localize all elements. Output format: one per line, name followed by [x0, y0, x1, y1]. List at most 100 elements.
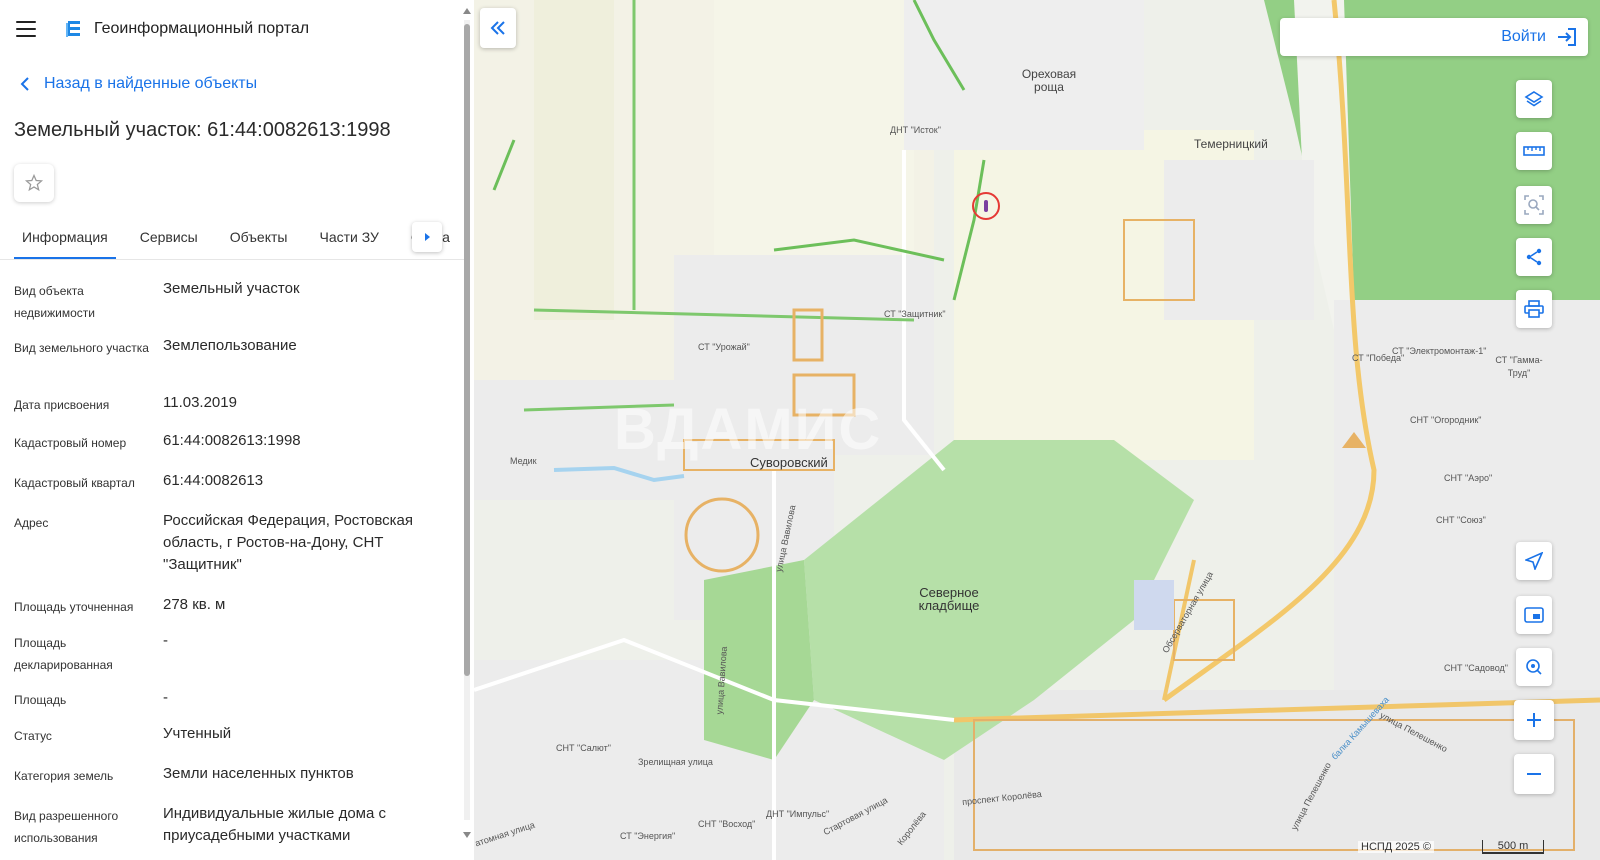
- map-label: СНТ "Салют": [556, 743, 611, 753]
- login-label: Войти: [1501, 28, 1546, 45]
- info-key: Вид земельного участка: [14, 341, 149, 355]
- locate-me-button[interactable]: [1516, 542, 1552, 580]
- map-label: Северное кладбище: [918, 585, 980, 613]
- info-row: Дата присвоения 11.03.2019: [14, 392, 460, 420]
- info-key: Площадь уточненная: [14, 600, 134, 614]
- info-value: -: [163, 689, 168, 706]
- map-label: СНТ "Огородник": [1410, 415, 1482, 425]
- minus-icon: [1527, 773, 1541, 775]
- portal-title: Геоинформационный портал: [94, 20, 310, 37]
- minimap-button[interactable]: [1516, 596, 1552, 634]
- map-label: Зрелищная улица: [638, 757, 713, 767]
- tab-information[interactable]: Информация: [14, 229, 116, 259]
- map-label: СНТ "Аэро": [1444, 473, 1493, 483]
- zoom-in-button[interactable]: [1514, 700, 1554, 740]
- info-row: Вид разрешенного использования Индивидуа…: [14, 803, 460, 850]
- zoom-out-button[interactable]: [1514, 754, 1554, 794]
- info-key: Статус: [14, 729, 52, 743]
- map-attribution: НСПД 2025 ©: [1358, 841, 1434, 853]
- tab-services[interactable]: Сервисы: [132, 229, 206, 259]
- printer-icon: [1524, 300, 1544, 318]
- login-button[interactable]: Войти: [1280, 18, 1588, 56]
- tab-land-parts[interactable]: Части ЗУ: [311, 229, 386, 259]
- back-to-results-link[interactable]: Назад в найденные объекты: [0, 58, 483, 110]
- scrollbar-thumb[interactable]: [464, 24, 470, 676]
- info-value: 11.03.2019: [163, 394, 237, 411]
- scroll-down-arrow-icon[interactable]: [463, 832, 471, 838]
- panel-scrollbar[interactable]: [462, 8, 472, 838]
- map-label: СНТ "Союз": [1436, 515, 1486, 525]
- info-value: Землепользование: [163, 337, 297, 354]
- info-key: Дата присвоения: [14, 398, 110, 412]
- back-link-label: Назад в найденные объекты: [44, 75, 258, 92]
- measure-button[interactable]: [1516, 132, 1552, 170]
- login-icon: [1558, 28, 1576, 46]
- info-key: Адрес: [14, 516, 49, 530]
- layers-button[interactable]: [1516, 80, 1552, 118]
- location-search-icon: [1526, 659, 1542, 675]
- picture-in-picture-icon: [1524, 607, 1544, 623]
- area-search-icon: [1524, 195, 1544, 215]
- map-label: Медик: [510, 456, 537, 466]
- tab-objects[interactable]: Объекты: [222, 229, 296, 259]
- share-icon: [1526, 248, 1542, 266]
- info-row: Кадастровый номер 61:44:0082613:1998: [14, 430, 460, 460]
- map-label: СТ "Защитник": [884, 309, 946, 319]
- info-row: Площадь уточненная 278 кв. м: [14, 594, 460, 620]
- tab-bar: Информация Сервисы Объекты Части ЗУ Сост…: [0, 210, 470, 260]
- info-key: Площадь декларированная: [14, 636, 113, 672]
- map-label: Темерницкий: [1194, 137, 1268, 151]
- info-row: Площадь декларированная -: [14, 630, 460, 677]
- menu-icon[interactable]: [16, 21, 36, 37]
- info-key: Площадь: [14, 693, 67, 707]
- tabs-scroll-right-button[interactable]: [412, 222, 442, 252]
- layers-icon: [1524, 91, 1544, 107]
- info-value: Земли населенных пунктов: [163, 765, 354, 782]
- scroll-up-arrow-icon[interactable]: [463, 8, 471, 14]
- info-row: Категория земель Земли населенных пункто…: [14, 763, 460, 793]
- info-value: Индивидуальные жилые дома с приусадебным…: [163, 805, 386, 844]
- map-label: ДНТ "Импульс": [766, 809, 830, 819]
- info-row: Вид объекта недвижимости Земельный участ…: [14, 278, 460, 325]
- map-scale-bar: 500 m: [1482, 840, 1544, 854]
- share-button[interactable]: [1516, 238, 1552, 276]
- info-table: Вид объекта недвижимости Земельный участ…: [0, 260, 460, 850]
- collapse-panel-button[interactable]: [480, 8, 516, 48]
- info-value: Земельный участок: [163, 280, 300, 297]
- print-button[interactable]: [1516, 290, 1552, 328]
- map-label: СТ "Электромонтаж-1": [1392, 346, 1487, 356]
- info-row: Кадастровый квартал 61:44:0082613: [14, 470, 460, 500]
- ruler-icon: [1523, 146, 1545, 156]
- map-label: СТ "Гамма-Труд": [1495, 355, 1543, 378]
- info-row: Вид земельного участка Землепользование: [14, 335, 460, 382]
- watermark: ВДАМИС: [614, 397, 883, 462]
- info-row: Статус Учтенный: [14, 723, 460, 753]
- info-key: Кадастровый квартал: [14, 476, 135, 490]
- info-key: Категория земель: [14, 769, 114, 783]
- area-search-button[interactable]: [1516, 186, 1552, 224]
- map-label: ДНТ "Исток": [890, 125, 941, 135]
- info-value: Российская Федерация, Ростовская область…: [163, 512, 413, 573]
- info-value: 61:44:0082613:1998: [163, 432, 301, 449]
- info-row: Площадь -: [14, 687, 460, 713]
- info-row: Адрес Российская Федерация, Ростовская о…: [14, 510, 460, 584]
- map-label: СТ "Урожай": [698, 342, 750, 352]
- info-value: -: [163, 632, 168, 649]
- info-value: 278 кв. м: [163, 596, 226, 613]
- plus-icon: [1527, 713, 1541, 727]
- map-label: СНТ "Восход": [698, 819, 756, 829]
- geo-search-button[interactable]: [1516, 648, 1552, 686]
- page-title: Земельный участок: 61:44:0082613:1998: [14, 119, 391, 141]
- favorite-button[interactable]: [14, 164, 54, 202]
- top-bar: Геоинформационный портал: [0, 0, 483, 58]
- info-key: Вид объекта недвижимости: [14, 284, 95, 320]
- navigation-arrow-icon: [1525, 552, 1543, 570]
- map-canvas[interactable]: ВДАМИС Ореховая роща Темерницкий ДНТ "Ис…: [474, 0, 1600, 860]
- star-icon: [24, 173, 44, 192]
- caret-right-icon: [425, 233, 430, 241]
- portal-logo-icon: [66, 21, 80, 37]
- selected-parcel-marker[interactable]: [972, 192, 1000, 220]
- double-chevron-left-icon: [490, 21, 505, 35]
- map-label: СНТ "Садовод": [1444, 663, 1508, 673]
- object-info-panel: Геоинформационный портал Назад в найденн…: [0, 0, 484, 860]
